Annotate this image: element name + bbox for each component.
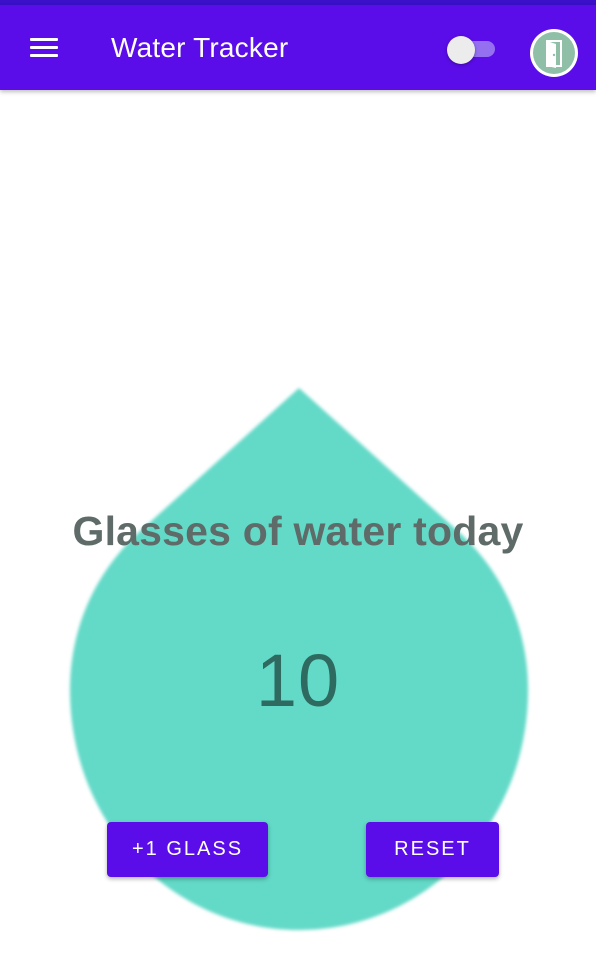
app-title: Water Tracker: [111, 32, 289, 63]
menu-line: [30, 54, 58, 57]
menu-line: [30, 46, 58, 49]
app-bar: Water Tracker: [0, 5, 596, 90]
theme-toggle-switch[interactable]: [447, 36, 497, 64]
door-icon: [533, 32, 575, 74]
glass-count: 10: [255, 639, 341, 722]
door-avatar-button[interactable]: [530, 29, 578, 77]
glasses-headline: Glasses of water today: [72, 508, 524, 554]
menu-line: [30, 38, 58, 41]
screen: Water Tracker Glasses of water today 10 …: [0, 0, 596, 968]
add-glass-button[interactable]: +1 GLASS: [107, 822, 268, 877]
reset-button[interactable]: RESET: [366, 822, 499, 877]
door-icon-graphic: [546, 40, 562, 68]
toggle-thumb: [447, 36, 475, 64]
hamburger-menu-icon[interactable]: [24, 31, 64, 67]
